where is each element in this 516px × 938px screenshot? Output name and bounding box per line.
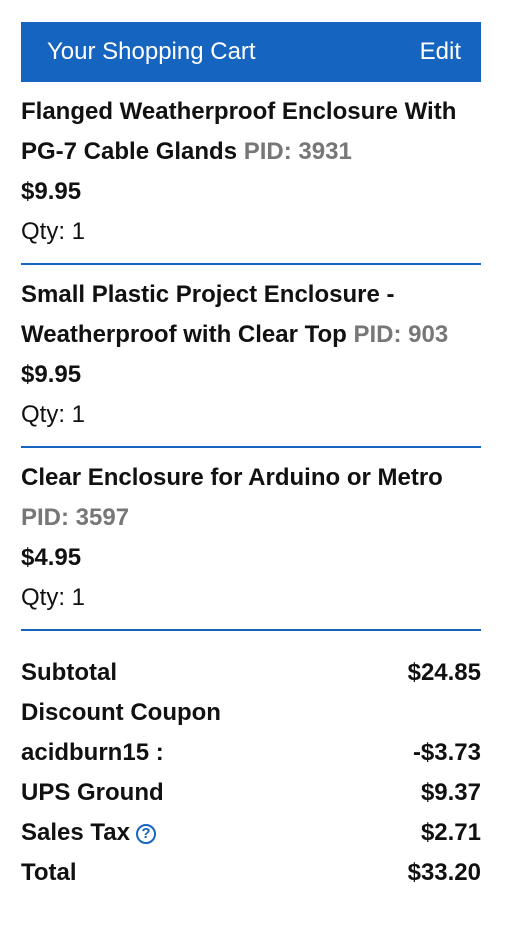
item-name[interactable]: Flanged Weatherproof Enclosure With PG-7… [21,98,456,165]
item-price: $9.95 [21,361,82,388]
discount-value: -$3.73 [412,739,481,766]
item-qty: Qty: 1 [21,401,86,428]
tax-value: $2.71 [420,819,481,846]
subtotal-label: Subtotal [21,659,117,686]
tax-label: Sales Tax [21,819,130,846]
shipping-label: UPS Ground [21,779,164,806]
cart-item: Flanged Weatherproof Enclosure With PG-7… [21,82,481,265]
discount-label-row: Discount Coupon [21,693,481,733]
item-qty: Qty: 1 [21,218,86,245]
total-value: $33.20 [407,859,481,886]
shopping-cart: Your Shopping Cart Edit Flanged Weatherp… [21,22,481,893]
item-qty: Qty: 1 [21,584,86,611]
item-name[interactable]: Clear Enclosure for Arduino or Metro [21,464,443,491]
cart-item: Small Plastic Project Enclosure - Weathe… [21,265,481,448]
tax-label-wrap: Sales Tax? [21,813,156,853]
total-label: Total [21,859,77,886]
item-price: $4.95 [21,544,82,571]
shipping-value: $9.37 [420,779,481,806]
coupon-code: acidburn15 : [21,739,164,766]
discount-row: acidburn15 : -$3.73 [21,733,481,773]
item-pid: PID: 3597 [21,504,130,531]
item-name-line: Flanged Weatherproof Enclosure With PG-7… [21,92,481,172]
help-icon[interactable]: ? [135,823,156,844]
edit-link[interactable]: Edit [420,38,461,66]
cart-header: Your Shopping Cart Edit [21,22,481,82]
cart-title: Your Shopping Cart [47,38,256,65]
item-pid: PID: 3931 [243,138,352,165]
subtotal-row: Subtotal $24.85 [21,653,481,693]
item-pid: PID: 903 [353,321,449,348]
item-name-line: Clear Enclosure for Arduino or Metro PID… [21,458,481,538]
item-name-line: Small Plastic Project Enclosure - Weathe… [21,275,481,355]
tax-row: Sales Tax? $2.71 [21,813,481,853]
discount-label: Discount Coupon [21,699,221,726]
cart-totals: Subtotal $24.85 Discount Coupon acidburn… [21,631,481,893]
item-price: $9.95 [21,178,82,205]
subtotal-value: $24.85 [407,659,481,686]
cart-item: Clear Enclosure for Arduino or Metro PID… [21,448,481,631]
item-name[interactable]: Small Plastic Project Enclosure - Weathe… [21,281,394,348]
shipping-row: UPS Ground $9.37 [21,773,481,813]
total-row: Total $33.20 [21,853,481,893]
